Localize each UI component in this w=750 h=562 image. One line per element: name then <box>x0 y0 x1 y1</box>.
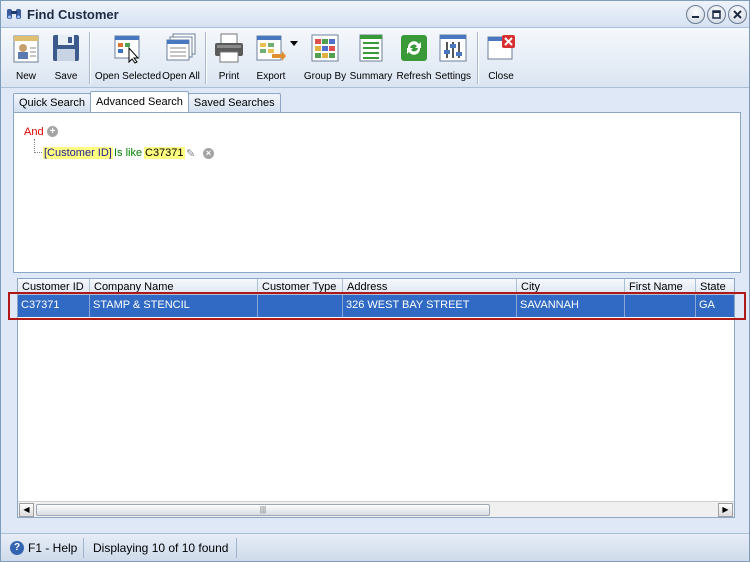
summary-button[interactable]: Summary <box>349 30 393 86</box>
tab-saved-searches[interactable]: Saved Searches <box>187 93 281 112</box>
open-all-button[interactable]: Open All <box>161 30 201 86</box>
tab-advanced-search[interactable]: Advanced Search <box>90 91 189 112</box>
condition-value[interactable]: C37371 <box>144 147 185 159</box>
open-all-label: Open All <box>162 71 200 82</box>
minimize-button[interactable] <box>686 5 705 24</box>
help-hint[interactable]: ? F1 - Help <box>6 538 85 558</box>
toolbar: New Save Open Selected Open All Print Ex… <box>1 28 749 88</box>
status-message: Displaying 10 of 10 found <box>93 541 229 555</box>
group-by-icon <box>311 34 339 62</box>
group-operator[interactable]: And <box>24 126 44 138</box>
minimize-icon <box>692 16 699 18</box>
export-button[interactable]: Export <box>251 30 301 86</box>
help-icon: ? <box>10 541 24 555</box>
find-customer-window: Find Customer New Save Open Selected Ope… <box>0 0 750 562</box>
window-title: Find Customer <box>27 7 119 22</box>
refresh-button[interactable]: Refresh <box>396 30 432 86</box>
tree-connector <box>34 139 42 153</box>
summary-label: Summary <box>349 71 393 82</box>
export-label: Export <box>256 71 286 82</box>
toolbar-separator <box>477 32 479 84</box>
group-by-label: Group By <box>303 71 347 82</box>
add-condition-icon[interactable]: + <box>47 126 58 137</box>
selected-row-highlight <box>8 292 746 320</box>
status-panel <box>236 538 744 558</box>
open-selected-button[interactable]: Open Selected <box>94 30 162 86</box>
remove-condition-icon[interactable]: × <box>203 148 214 159</box>
print-label: Print <box>218 71 240 82</box>
print-button[interactable]: Print <box>211 30 247 86</box>
scroll-left-button[interactable]: ◀ <box>19 503 34 517</box>
group-by-button[interactable]: Group By <box>303 30 347 86</box>
close-button[interactable] <box>728 5 747 24</box>
scroll-thumb[interactable]: ||| <box>36 504 490 516</box>
save-label: Save <box>54 71 78 82</box>
refresh-label: Refresh <box>396 71 432 82</box>
save-button[interactable]: Save <box>49 30 83 86</box>
floppy-disk-icon <box>53 35 79 61</box>
close-icon <box>733 10 742 19</box>
settings-label: Settings <box>434 71 472 82</box>
maximize-button[interactable] <box>707 5 726 24</box>
edit-pencil-icon[interactable]: ✎ <box>186 147 195 160</box>
condition-operator[interactable]: Is like <box>114 147 142 159</box>
open-all-icon <box>166 33 196 61</box>
condition-field[interactable]: [Customer ID] <box>43 147 113 159</box>
export-icon <box>256 35 286 61</box>
maximize-icon <box>712 10 721 19</box>
toolbar-separator <box>205 32 207 84</box>
help-text: F1 - Help <box>28 541 78 555</box>
printer-icon <box>215 33 243 63</box>
close-window-icon <box>487 35 515 60</box>
summary-icon <box>359 34 383 62</box>
search-tabs: Quick Search Advanced Search Saved Searc… <box>13 91 281 113</box>
new-button[interactable]: New <box>9 30 43 86</box>
title-bar: Find Customer <box>1 1 749 28</box>
close-toolbar-button[interactable]: Close <box>484 30 518 86</box>
settings-icon <box>439 34 467 62</box>
refresh-icon <box>401 35 427 61</box>
settings-button[interactable]: Settings <box>434 30 472 86</box>
toolbar-separator <box>89 32 91 84</box>
scroll-right-button[interactable]: ▶ <box>718 503 733 517</box>
close-label: Close <box>488 71 514 82</box>
open-selected-icon <box>114 35 140 64</box>
binoculars-icon <box>7 9 21 19</box>
new-document-icon <box>13 35 39 63</box>
filter-builder: And + [Customer ID] Is like C37371 ✎ × <box>13 112 741 273</box>
tab-quick-search[interactable]: Quick Search <box>13 93 92 112</box>
horizontal-scrollbar[interactable]: ◀ ||| ▶ <box>18 501 734 517</box>
status-bar: ? F1 - Help Displaying 10 of 10 found <box>1 533 749 561</box>
open-selected-label: Open Selected <box>94 71 162 82</box>
dropdown-arrow-icon[interactable] <box>290 41 298 47</box>
new-label: New <box>15 71 36 82</box>
